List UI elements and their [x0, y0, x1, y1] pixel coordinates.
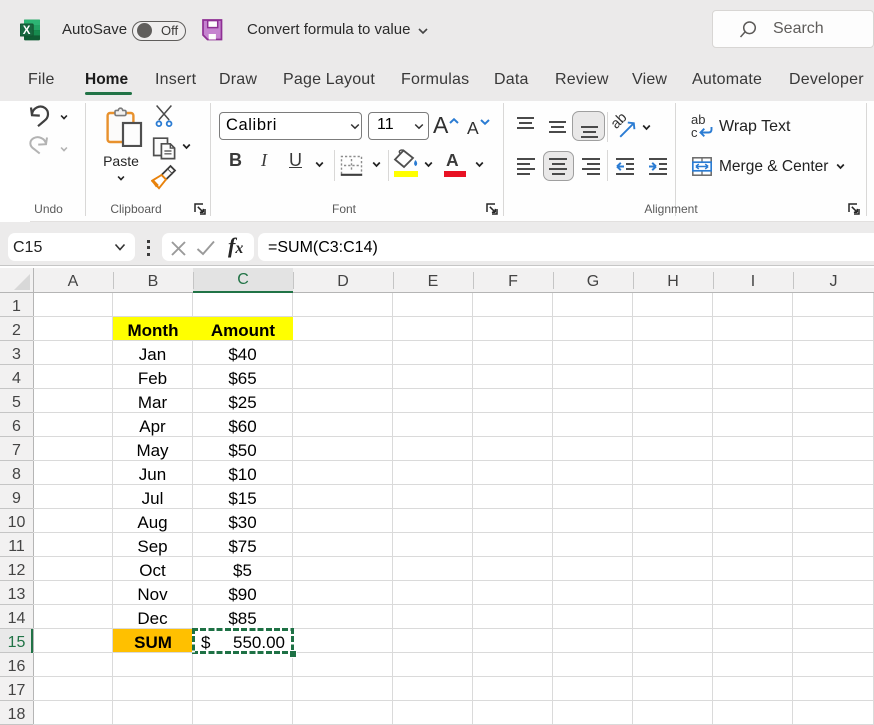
- svg-text:X: X: [23, 25, 31, 37]
- svg-text:c: c: [691, 125, 698, 140]
